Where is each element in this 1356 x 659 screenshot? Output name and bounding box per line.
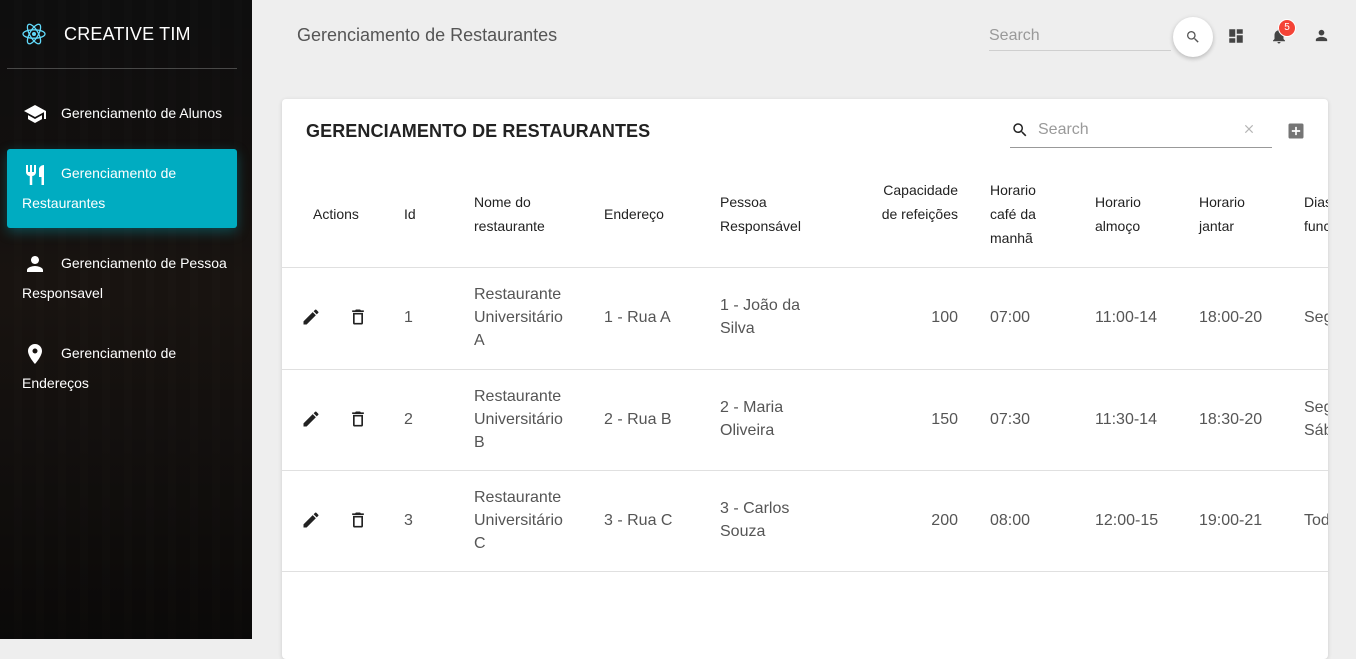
cell-capacidade: 200 xyxy=(931,512,958,529)
column-header-id[interactable]: Id xyxy=(404,202,416,226)
table-divider xyxy=(282,470,1328,471)
table-search-input[interactable] xyxy=(1038,118,1238,142)
logo-text: CREATIVE TIM xyxy=(64,23,191,44)
column-header-dias[interactable]: Dias funcionamento xyxy=(1304,190,1328,238)
cell-almoco: 12:00-15 xyxy=(1095,512,1159,529)
table-search-field xyxy=(1010,115,1272,148)
cell-nome: Restaurante Universitário C xyxy=(474,489,563,552)
cell-id: 3 xyxy=(404,512,413,529)
cell-jantar: 19:00-21 xyxy=(1199,512,1263,529)
sidebar-item-alunos[interactable]: Gerenciamento de Alunos xyxy=(7,98,237,128)
table-divider xyxy=(282,267,1328,268)
cell-endereco: 2 - Rua B xyxy=(604,411,672,428)
add-restaurant-icon[interactable] xyxy=(1286,121,1306,141)
cell-capacidade: 150 xyxy=(931,411,958,428)
cell-jantar: 18:30-20 xyxy=(1199,411,1263,428)
logo[interactable]: CREATIVE TIM xyxy=(22,22,191,46)
column-header-cafe[interactable]: Horario café da manhã xyxy=(990,178,1048,250)
cell-cafe: 07:00 xyxy=(990,309,1031,326)
cell-endereco: 1 - Rua A xyxy=(604,309,671,326)
sidebar-item-label: Gerenciamento de Alunos xyxy=(61,105,223,121)
delete-icon[interactable] xyxy=(348,408,368,430)
cell-capacidade: 100 xyxy=(931,309,958,326)
cell-id: 2 xyxy=(404,411,413,428)
table-divider xyxy=(282,571,1328,572)
search-icon xyxy=(1185,29,1201,45)
cell-almoco: 11:30-14 xyxy=(1095,411,1157,428)
sidebar-divider xyxy=(7,68,237,69)
cell-dias: Seg Sáb xyxy=(1304,399,1328,439)
header-search-input[interactable] xyxy=(989,22,1171,51)
page-title: Gerenciamento de Restaurantes xyxy=(297,25,558,45)
cell-endereco: 3 - Rua C xyxy=(604,512,673,529)
notification-count-badge: 5 xyxy=(1278,19,1296,37)
column-header-jantar[interactable]: Horario jantar xyxy=(1199,190,1259,238)
cell-nome: Restaurante Universitário A xyxy=(474,286,563,349)
sidebar-item-pessoa-responsavel[interactable]: Gerenciamento de Pessoa Responsavel xyxy=(7,248,237,308)
cell-id: 1 xyxy=(404,309,413,326)
sidebar-item-label: Gerenciamento de Restaurantes xyxy=(22,165,177,211)
column-header-capacidade[interactable]: Capacidade de refeições xyxy=(872,178,958,226)
column-header-endereco[interactable]: Endereço xyxy=(604,202,664,226)
sidebar-item-enderecos[interactable]: Gerenciamento de Endereços xyxy=(7,338,237,398)
sidebar-item-label: Gerenciamento de Pessoa Responsavel xyxy=(22,255,227,301)
column-header-actions: Actions xyxy=(313,206,359,222)
cell-pessoa: 1 - João da Silva xyxy=(720,297,801,337)
card-title: GERENCIAMENTO DE RESTAURANTES xyxy=(306,121,651,141)
cell-cafe: 07:30 xyxy=(990,411,1031,428)
edit-icon[interactable] xyxy=(301,409,321,429)
cell-pessoa: 3 - Carlos Souza xyxy=(720,500,790,540)
edit-icon[interactable] xyxy=(301,307,321,327)
delete-icon[interactable] xyxy=(348,306,368,328)
cell-jantar: 18:00-20 xyxy=(1199,309,1263,326)
delete-icon[interactable] xyxy=(348,509,368,531)
cell-cafe: 08:00 xyxy=(990,512,1031,529)
cell-pessoa: 2 - Maria Oliveira xyxy=(720,399,784,439)
column-header-almoco[interactable]: Horario almoço xyxy=(1095,190,1155,238)
cell-dias: Tod xyxy=(1304,512,1328,529)
edit-icon[interactable] xyxy=(301,510,321,530)
search-icon xyxy=(1011,121,1029,139)
cell-nome: Restaurante Universitário B xyxy=(474,388,563,451)
sidebar-item-label: Gerenciamento de Endereços xyxy=(22,345,177,391)
dashboard-icon[interactable] xyxy=(1227,27,1245,45)
sidebar-item-restaurantes[interactable]: Gerenciamento de Restaurantes xyxy=(7,149,237,228)
clear-search-icon[interactable] xyxy=(1242,122,1256,136)
header-search-button[interactable] xyxy=(1173,17,1213,57)
cell-almoco: 11:00-14 xyxy=(1095,309,1157,326)
sidebar: CREATIVE TIM Gerenciamento de Alunos Ger… xyxy=(0,0,252,639)
user-account-icon[interactable] xyxy=(1313,27,1330,44)
column-header-pessoa[interactable]: Pessoa Responsável xyxy=(720,190,810,238)
table-divider xyxy=(282,369,1328,370)
restaurants-card: GERENCIAMENTO DE RESTAURANTES Actions Id… xyxy=(282,99,1328,659)
cell-dias: Seg xyxy=(1304,309,1328,326)
react-logo-icon xyxy=(22,22,46,46)
column-header-nome[interactable]: Nome do restaurante xyxy=(474,190,564,238)
